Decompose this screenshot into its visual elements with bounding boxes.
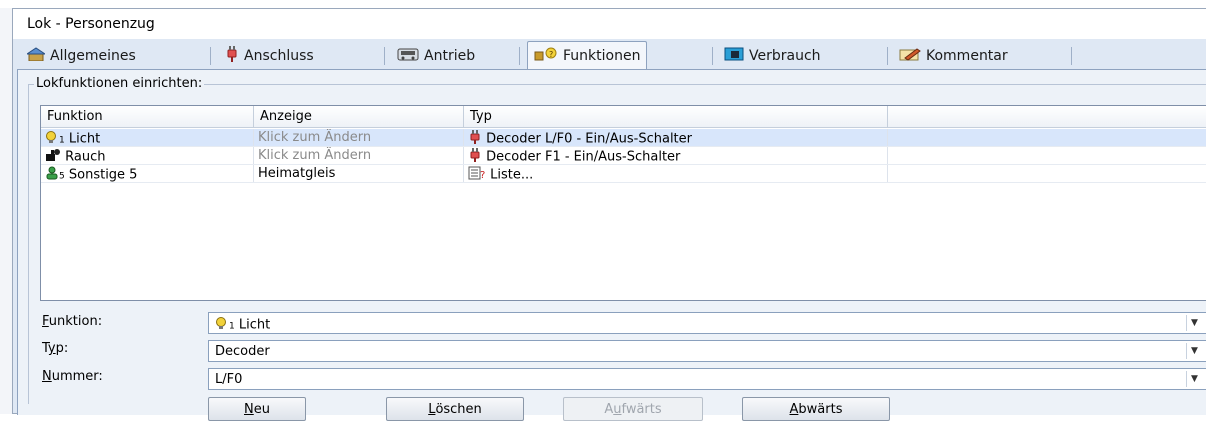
pencil-icon — [899, 47, 921, 65]
cell-funktion: Rauch — [41, 147, 254, 164]
title-bar: Lok - Personenzug — [13, 9, 1206, 39]
tab-label: Allgemeines — [50, 48, 136, 64]
tab-label: Verbrauch — [749, 48, 821, 64]
nummer-label: Nummer: — [42, 369, 103, 384]
column-header-funktion[interactable]: Funktion — [41, 106, 254, 128]
background-strip — [0, 0, 1206, 8]
tab-separator — [384, 47, 385, 65]
neu-button[interactable]: Neu — [208, 397, 306, 421]
plug-icon — [225, 46, 239, 66]
cell-typ: ? Liste... — [464, 165, 888, 182]
column-header-typ[interactable]: Typ — [464, 106, 888, 128]
consumption-icon — [724, 47, 744, 65]
type-text: Decoder F1 - Ein/Aus-Schalter — [486, 149, 681, 165]
column-header-anzeige[interactable]: Anzeige — [254, 106, 464, 128]
typ-combobox[interactable]: Decoder ▼ — [208, 340, 1206, 362]
tab-strip: Allgemeines Anschluss Antrieb ? Funktion… — [13, 41, 1206, 69]
tab-antrieb[interactable]: Antrieb — [391, 43, 481, 69]
funktion-value: 1 Licht — [215, 316, 270, 334]
abwaerts-button[interactable]: Abwärts — [742, 397, 890, 421]
decoder-plug-icon — [468, 130, 482, 146]
function-name: Rauch — [65, 149, 106, 165]
tab-anschluss[interactable]: Anschluss — [219, 43, 320, 69]
tab-label: Anschluss — [244, 48, 314, 64]
tab-separator — [519, 47, 520, 65]
functions-list[interactable]: Funktion Anzeige Typ 1 Licht Klick zum Ä… — [40, 105, 1206, 301]
lightbulb-icon — [215, 316, 229, 334]
engine-icon — [397, 47, 419, 65]
tab-label: Antrieb — [424, 48, 476, 64]
dialog-window: Lok - Personenzug Allgemeines Anschluss … — [12, 8, 1206, 421]
cell-typ: Decoder L/F0 - Ein/Aus-Schalter — [464, 129, 888, 146]
list-row[interactable]: Rauch Klick zum Ändern Decoder F1 - Ein/… — [41, 147, 1206, 164]
decoder-plug-icon — [468, 148, 482, 164]
typ-value: Decoder — [215, 344, 270, 359]
tab-label: Funktionen — [563, 47, 641, 64]
group-label: Lokfunktionen einrichten: — [34, 76, 205, 91]
nummer-combobox[interactable]: L/F0 ▼ — [208, 368, 1206, 390]
chevron-down-icon[interactable]: ▼ — [1186, 371, 1202, 387]
cell-funktion: 5 Sonstige 5 — [41, 165, 254, 182]
list-row[interactable]: 1 Licht Klick zum Ändern Decoder L/F0 - … — [41, 129, 1206, 146]
function-index: 1 — [59, 135, 65, 146]
type-text: Liste... — [490, 167, 534, 183]
tab-separator — [210, 47, 211, 65]
tab-label: Kommentar — [926, 48, 1008, 64]
funktion-combobox[interactable]: 1 Licht ▼ — [208, 312, 1206, 334]
list-header: Funktion Anzeige Typ — [41, 106, 1206, 128]
person-icon — [45, 166, 59, 182]
tab-separator — [887, 47, 888, 65]
row-divider — [41, 182, 1206, 183]
lightbulb-icon — [45, 130, 59, 146]
function-name: Licht — [68, 131, 101, 147]
tab-separator — [712, 47, 713, 65]
nummer-value: L/F0 — [215, 372, 243, 387]
chevron-down-icon[interactable]: ▼ — [1186, 343, 1202, 359]
type-text: Decoder L/F0 - Ein/Aus-Schalter — [486, 131, 693, 147]
window-title: Lok - Personenzug — [27, 16, 155, 32]
smoke-icon — [45, 148, 61, 164]
cell-anzeige: Klick zum Ändern — [254, 129, 464, 146]
list-row[interactable]: 5 Sonstige 5 Heimatgleis ? Liste... — [41, 165, 1206, 182]
function-name: Sonstige 5 — [68, 167, 138, 183]
cell-funktion: 1 Licht — [41, 129, 254, 146]
chevron-down-icon[interactable]: ▼ — [1186, 315, 1202, 331]
aufwaerts-button[interactable]: Au fwärts — [563, 397, 703, 421]
cell-typ: Decoder F1 - Ein/Aus-Schalter — [464, 147, 888, 164]
funktion-value-text: Licht — [238, 317, 271, 333]
tab-kommentar[interactable]: Kommentar — [893, 43, 1014, 69]
functions-icon: ? — [534, 46, 558, 66]
loeschen-button[interactable]: Löschen — [386, 397, 524, 421]
cell-anzeige: Heimatgleis — [254, 165, 464, 182]
tab-verbrauch[interactable]: Verbrauch — [718, 43, 827, 69]
tab-funktionen[interactable]: ? Funktionen — [527, 41, 648, 69]
house-icon — [25, 47, 47, 65]
functions-panel: Lokfunktionen einrichten: Funktion Anzei… — [17, 69, 1206, 421]
svg-text:?: ? — [549, 50, 553, 59]
cell-anzeige: Klick zum Ändern — [254, 147, 464, 164]
funktion-label: Funktion: — [42, 314, 103, 329]
list-document-icon: ? — [468, 166, 486, 182]
svg-text:?: ? — [480, 170, 485, 180]
function-index: 5 — [59, 171, 65, 182]
tab-separator — [1071, 47, 1072, 65]
typ-label: Typ: — [42, 341, 69, 356]
function-index: 1 — [229, 321, 235, 332]
tab-allgemeines[interactable]: Allgemeines — [21, 43, 142, 69]
